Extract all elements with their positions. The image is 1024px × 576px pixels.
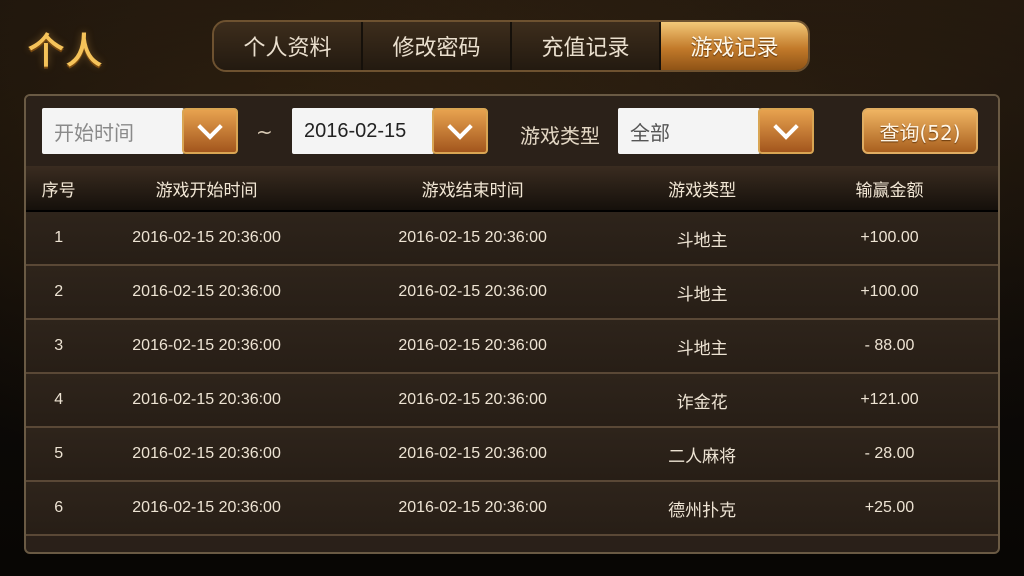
query-button[interactable]: 查询(52) bbox=[862, 108, 978, 154]
cell-end-time: 2016-02-15 20:36:00 bbox=[398, 283, 547, 300]
end-date-field[interactable]: 2016-02-15 bbox=[292, 108, 434, 154]
game-type-dropdown-button[interactable] bbox=[758, 108, 814, 154]
chevron-down-icon bbox=[773, 114, 799, 140]
cell-start-time: 2016-02-15 20:36:00 bbox=[132, 283, 281, 300]
cell-game-type: 斗地主 bbox=[676, 230, 728, 251]
table-row: 6 2016-02-15 20:36:00 2016-02-15 20:36:0… bbox=[26, 482, 998, 536]
cell-index: 6 bbox=[54, 499, 64, 516]
cell-index: 2 bbox=[54, 283, 64, 300]
header-index: 序号 bbox=[41, 180, 76, 201]
cell-end-time: 2016-02-15 20:36:00 bbox=[398, 337, 547, 354]
cell-game-type: 诈金花 bbox=[676, 392, 728, 413]
cell-start-time: 2016-02-15 20:36:00 bbox=[132, 391, 281, 408]
table-row: 5 2016-02-15 20:36:00 2016-02-15 20:36:0… bbox=[26, 428, 998, 482]
start-date-dropdown-button[interactable] bbox=[182, 108, 238, 154]
cell-win-loss: +25.00 bbox=[864, 499, 915, 516]
cell-end-time: 2016-02-15 20:36:00 bbox=[398, 499, 547, 516]
cell-win-loss: - 88.00 bbox=[864, 337, 915, 354]
table-header: 序号 游戏开始时间 游戏结束时间 游戏类型 输赢金额 bbox=[26, 166, 998, 212]
game-type-select[interactable]: 全部 bbox=[618, 108, 760, 154]
page-title: 个人 bbox=[28, 31, 105, 72]
tab-game-records[interactable]: 游戏记录 bbox=[661, 22, 808, 70]
cell-start-time: 2016-02-15 20:36:00 bbox=[132, 229, 281, 246]
cell-start-time: 2016-02-15 20:36:00 bbox=[132, 337, 281, 354]
tab-bar: 个人资料 修改密码 充值记录 游戏记录 bbox=[212, 20, 810, 72]
tab-recharge-records[interactable]: 充值记录 bbox=[512, 22, 661, 70]
start-date-field[interactable]: 开始时间 bbox=[42, 108, 184, 154]
header-end-time: 游戏结束时间 bbox=[421, 180, 524, 201]
header-win-loss: 输赢金额 bbox=[855, 180, 924, 201]
chevron-down-icon bbox=[447, 114, 473, 140]
tab-change-password[interactable]: 修改密码 bbox=[363, 22, 512, 70]
cell-win-loss: +121.00 bbox=[860, 391, 919, 408]
game-type-label: 游戏类型 bbox=[520, 124, 600, 148]
cell-win-loss: +100.00 bbox=[860, 229, 919, 246]
table-row: 3 2016-02-15 20:36:00 2016-02-15 20:36:0… bbox=[26, 320, 998, 374]
end-date-dropdown-button[interactable] bbox=[432, 108, 488, 154]
cell-index: 4 bbox=[54, 391, 64, 408]
cell-index: 3 bbox=[54, 337, 64, 354]
header-start-time: 游戏开始时间 bbox=[155, 180, 258, 201]
cell-start-time: 2016-02-15 20:36:00 bbox=[132, 499, 281, 516]
cell-game-type: 斗地主 bbox=[676, 284, 728, 305]
records-table: 序号 游戏开始时间 游戏结束时间 游戏类型 输赢金额 1 2016-02-15 … bbox=[26, 166, 998, 536]
header-game-type: 游戏类型 bbox=[668, 180, 737, 201]
date-range-separator: ~ bbox=[256, 120, 273, 144]
cell-start-time: 2016-02-15 20:36:00 bbox=[132, 445, 281, 462]
tab-profile[interactable]: 个人资料 bbox=[214, 22, 363, 70]
cell-end-time: 2016-02-15 20:36:00 bbox=[398, 445, 547, 462]
cell-end-time: 2016-02-15 20:36:00 bbox=[398, 391, 547, 408]
cell-game-type: 二人麻将 bbox=[668, 446, 737, 467]
cell-index: 5 bbox=[54, 445, 64, 462]
table-row: 4 2016-02-15 20:36:00 2016-02-15 20:36:0… bbox=[26, 374, 998, 428]
game-records-panel: 开始时间 ~ 2016-02-15 游戏类型 全部 查询(52) 序号 游戏开始… bbox=[24, 94, 1000, 554]
table-row: 1 2016-02-15 20:36:00 2016-02-15 20:36:0… bbox=[26, 212, 998, 266]
cell-win-loss: - 28.00 bbox=[864, 445, 915, 462]
chevron-down-icon bbox=[197, 114, 223, 140]
cell-index: 1 bbox=[54, 229, 64, 246]
cell-game-type: 德州扑克 bbox=[668, 500, 737, 521]
table-row: 2 2016-02-15 20:36:00 2016-02-15 20:36:0… bbox=[26, 266, 998, 320]
cell-end-time: 2016-02-15 20:36:00 bbox=[398, 229, 547, 246]
cell-game-type: 斗地主 bbox=[676, 338, 728, 359]
filter-bar: 开始时间 ~ 2016-02-15 游戏类型 全部 查询(52) bbox=[26, 96, 998, 166]
cell-win-loss: +100.00 bbox=[860, 283, 919, 300]
